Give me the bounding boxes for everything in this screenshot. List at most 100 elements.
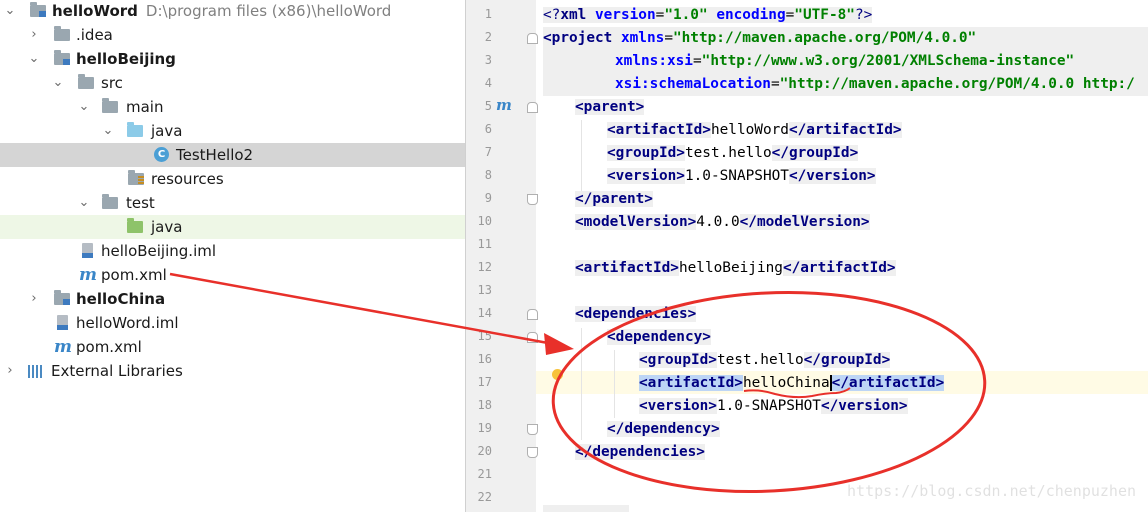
- tree-row-java[interactable]: ⌄ java: [0, 119, 465, 143]
- indent-guide: [614, 350, 615, 418]
- chevron-down-icon[interactable]: ⌄: [76, 191, 92, 215]
- code-line: <dependency>: [607, 329, 711, 345]
- class-icon: C: [154, 147, 169, 162]
- code-line: </dependencies>: [575, 444, 705, 460]
- fold-toggle[interactable]: [527, 194, 538, 205]
- line-number: 22: [477, 490, 492, 504]
- tree-row-testhello2[interactable]: C TestHello2: [0, 143, 465, 167]
- code-line: <groupId>test.hello</groupId>: [607, 145, 859, 161]
- chevron-right-icon[interactable]: ›: [26, 287, 42, 311]
- folder-icon: [102, 194, 118, 209]
- tree-label-hellobeijing: helloBeijing: [76, 50, 176, 68]
- source-folder-icon: [127, 122, 143, 137]
- code-line: <artifactId>helloWord</artifactId>: [607, 122, 902, 138]
- tree-row-src[interactable]: ⌄ src: [0, 71, 465, 95]
- project-tree: ⌄ helloWord D:\program files (x86)\helloW…: [0, 0, 465, 512]
- chevron-down-icon[interactable]: ⌄: [26, 47, 42, 71]
- tree-row-hellobeijing[interactable]: ⌄ helloBeijing: [0, 47, 465, 71]
- chevron-down-icon[interactable]: ⌄: [50, 71, 66, 95]
- folder-icon: [78, 74, 94, 89]
- line-number: 21: [477, 467, 492, 481]
- code-line-partial: [543, 505, 629, 512]
- tree-label-external-libraries: External Libraries: [51, 362, 183, 380]
- module-folder-icon: [30, 2, 46, 17]
- fold-toggle[interactable]: [527, 33, 538, 44]
- chevron-down-icon[interactable]: ⌄: [2, 0, 18, 23]
- code-line: <version>1.0-SNAPSHOT</version>: [639, 398, 908, 414]
- tree-row-main[interactable]: ⌄ main: [0, 95, 465, 119]
- tree-label-helloword-iml: helloWord.iml: [76, 314, 179, 332]
- code-line: <project xmlns="http://maven.apache.org/…: [543, 27, 1148, 50]
- fold-toggle[interactable]: [527, 102, 538, 113]
- tree-row-idea[interactable]: › .idea: [0, 23, 465, 47]
- tree-label-src: src: [101, 74, 123, 92]
- fold-toggle[interactable]: [527, 332, 538, 343]
- maven-icon: m: [54, 337, 72, 357]
- tree-label-resources: resources: [151, 170, 224, 188]
- tree-label-helloword: helloWord: [52, 2, 138, 20]
- resources-folder-icon: [128, 170, 144, 185]
- maven-parent-gutter-icon[interactable]: m: [496, 96, 512, 114]
- tree-label-hellochina: helloChina: [76, 290, 166, 308]
- indent-guide: [581, 120, 582, 192]
- tree-row-hellobeijing-iml[interactable]: helloBeijing.iml: [0, 239, 465, 263]
- code-line: </parent>: [575, 191, 653, 207]
- code-line-current: <artifactId>helloChina </artifactId>: [639, 375, 945, 391]
- line-number: 13: [477, 283, 492, 297]
- fold-toggle[interactable]: [527, 309, 538, 320]
- lightbulb-icon[interactable]: [552, 369, 563, 380]
- folder-icon: [54, 26, 70, 41]
- line-number: 11: [477, 237, 492, 251]
- line-number: 1: [484, 7, 492, 21]
- line-number: 9: [484, 191, 492, 205]
- tree-label-testhello2: TestHello2: [176, 146, 254, 164]
- code-line: <artifactId>helloBeijing</artifactId>: [575, 260, 896, 276]
- line-number: 12: [477, 260, 492, 274]
- test-folder-icon: [127, 218, 143, 233]
- tree-row-resources[interactable]: resources: [0, 167, 465, 191]
- line-number: 17: [477, 375, 492, 389]
- code-editor[interactable]: m <?xml version="1.0" encoding="UTF-8"?>…: [465, 0, 1148, 512]
- line-number: 14: [477, 306, 492, 320]
- line-number: 5: [484, 99, 492, 113]
- line-number: 7: [484, 145, 492, 159]
- iml-file-icon: [82, 243, 93, 258]
- line-number: 3: [484, 53, 492, 67]
- tree-row-helloword-pom[interactable]: m pom.xml: [0, 335, 465, 359]
- tree-label-hellobeijing-iml: helloBeijing.iml: [101, 242, 217, 260]
- code-line: <version>1.0-SNAPSHOT</version>: [607, 168, 876, 184]
- tree-row-hellochina[interactable]: › helloChina: [0, 287, 465, 311]
- tree-row-test-java[interactable]: java: [0, 215, 465, 239]
- chevron-down-icon[interactable]: ⌄: [100, 119, 116, 143]
- fold-toggle[interactable]: [527, 447, 538, 458]
- fold-toggle[interactable]: [527, 424, 538, 435]
- line-number: 18: [477, 398, 492, 412]
- chevron-right-icon[interactable]: ›: [26, 23, 42, 47]
- line-number: 10: [477, 214, 492, 228]
- chevron-down-icon[interactable]: ⌄: [76, 95, 92, 119]
- tree-label-idea: .idea: [76, 26, 113, 44]
- libraries-icon: [28, 365, 44, 378]
- tree-label-test-java: java: [151, 218, 183, 236]
- line-number: 20: [477, 444, 492, 458]
- tree-row-helloword[interactable]: ⌄ helloWord D:\program files (x86)\helloW…: [0, 0, 465, 23]
- code-line: xsi:schemaLocation="http://maven.apache.…: [543, 73, 1148, 96]
- tree-label-helloword-pom: pom.xml: [76, 338, 142, 356]
- iml-file-icon: [57, 315, 68, 330]
- line-number: 2: [484, 30, 492, 44]
- chevron-right-icon[interactable]: ›: [2, 359, 18, 383]
- indent-guide: [581, 328, 582, 440]
- module-folder-icon: [54, 290, 70, 305]
- tree-row-helloword-iml[interactable]: helloWord.iml: [0, 311, 465, 335]
- maven-icon: m: [79, 265, 97, 285]
- code-line: <groupId>test.hello</groupId>: [639, 352, 891, 368]
- tree-label-java: java: [151, 122, 183, 140]
- tree-row-test[interactable]: ⌄ test: [0, 191, 465, 215]
- line-number: 4: [484, 76, 492, 90]
- tree-row-external-libraries[interactable]: › External Libraries: [0, 359, 465, 383]
- code-line: <dependencies>: [575, 306, 697, 322]
- line-number: 15: [477, 329, 492, 343]
- tree-label-main: main: [126, 98, 164, 116]
- tree-row-hellobeijing-pom[interactable]: m pom.xml: [0, 263, 465, 287]
- tree-label-test: test: [126, 194, 155, 212]
